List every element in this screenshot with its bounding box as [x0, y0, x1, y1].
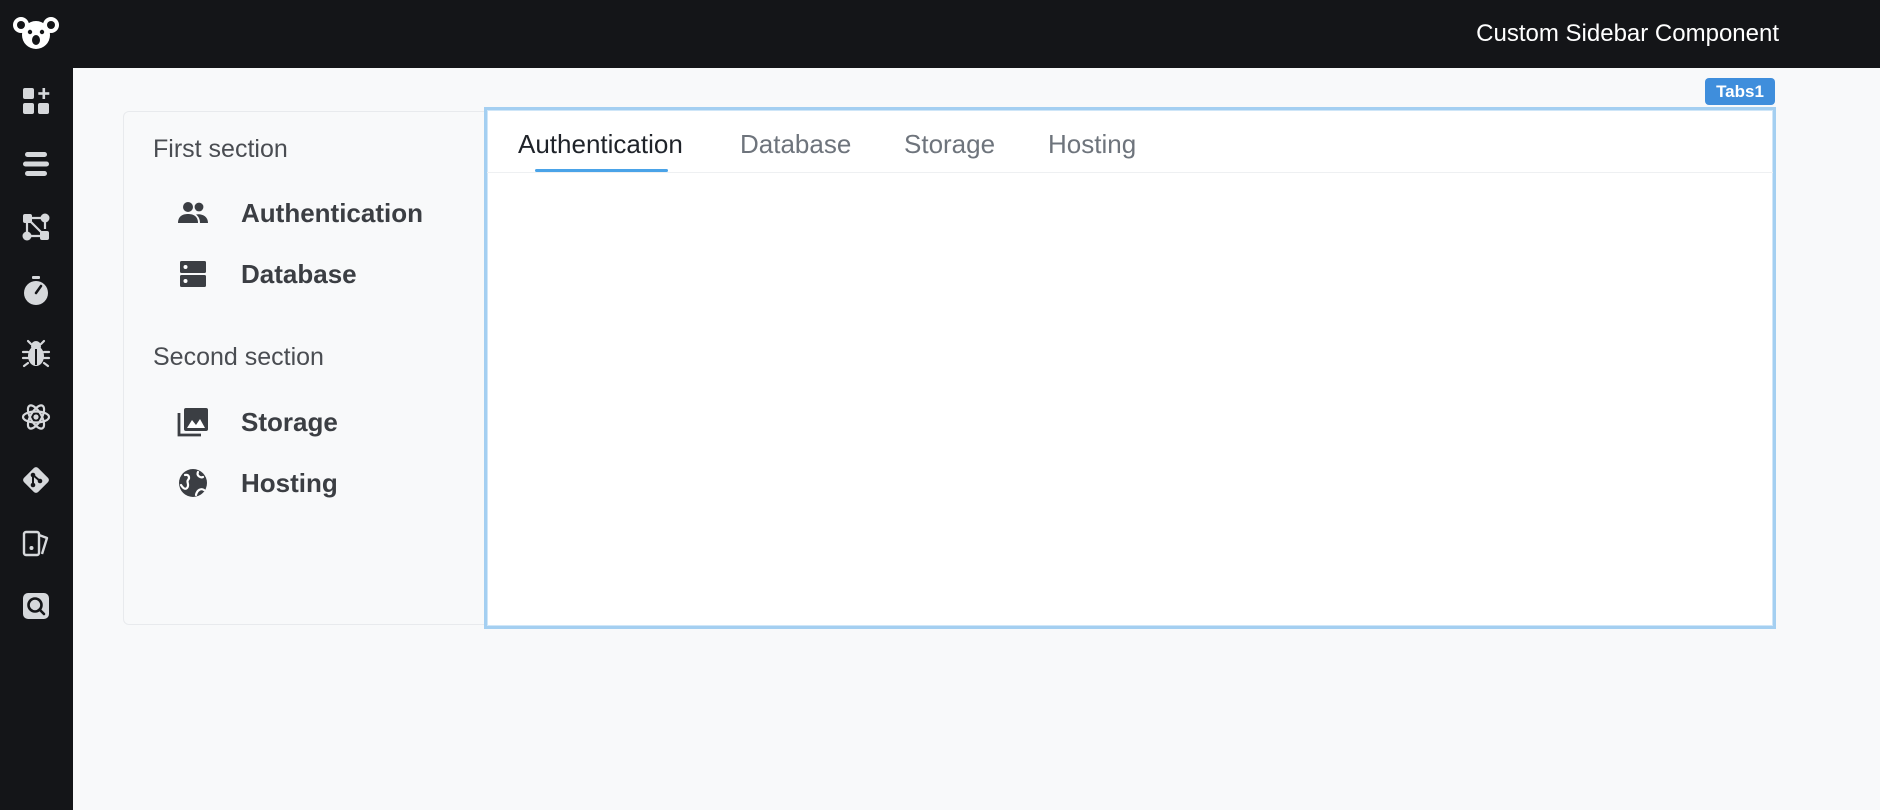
stack-icon[interactable] — [19, 147, 53, 181]
sidebar-item-database[interactable]: Database — [174, 252, 357, 296]
bug-icon[interactable] — [19, 337, 53, 371]
custom-sidebar: First section Authentication Database Se… — [123, 111, 486, 625]
sidebar-item-label: Storage — [241, 406, 338, 437]
sidebar-item-label: Authentication — [241, 197, 423, 228]
sidebar-item-label: Database — [241, 258, 357, 289]
section-title-second: Second section — [153, 343, 324, 371]
workflow-icon[interactable] — [19, 210, 53, 244]
component-tag[interactable]: Tabs1 — [1705, 78, 1775, 105]
sidebar-item-storage[interactable]: Storage — [174, 400, 338, 444]
page-title: Custom Sidebar Component — [1476, 20, 1779, 47]
tab-content — [487, 174, 1773, 626]
database-icon — [174, 256, 212, 292]
globe-icon — [174, 465, 212, 501]
tab-authentication[interactable]: Authentication — [518, 129, 683, 160]
timer-icon[interactable] — [19, 274, 53, 308]
tab-hosting[interactable]: Hosting — [1048, 129, 1136, 160]
tab-database[interactable]: Database — [740, 129, 851, 160]
top-bar: Custom Sidebar Component — [0, 0, 1880, 68]
tabs-panel: Authentication Database Storage Hosting — [484, 107, 1776, 629]
people-icon — [174, 195, 212, 231]
theme-icon[interactable] — [19, 526, 53, 560]
active-tab-indicator — [535, 169, 668, 172]
photo-library-icon — [174, 404, 212, 440]
section-title-first: First section — [153, 135, 288, 163]
widget-add-icon[interactable] — [19, 84, 53, 118]
sidebar-item-label: Hosting — [241, 467, 338, 498]
koala-logo-icon[interactable] — [12, 14, 60, 54]
inspect-icon[interactable] — [19, 589, 53, 623]
sidebar-item-authentication[interactable]: Authentication — [174, 191, 423, 235]
atom-icon[interactable] — [19, 400, 53, 434]
sidebar-item-hosting[interactable]: Hosting — [174, 461, 338, 505]
tabs-header: Authentication Database Storage Hosting — [487, 110, 1773, 173]
git-icon[interactable] — [19, 463, 53, 497]
tab-storage[interactable]: Storage — [904, 129, 995, 160]
left-rail — [0, 68, 73, 810]
